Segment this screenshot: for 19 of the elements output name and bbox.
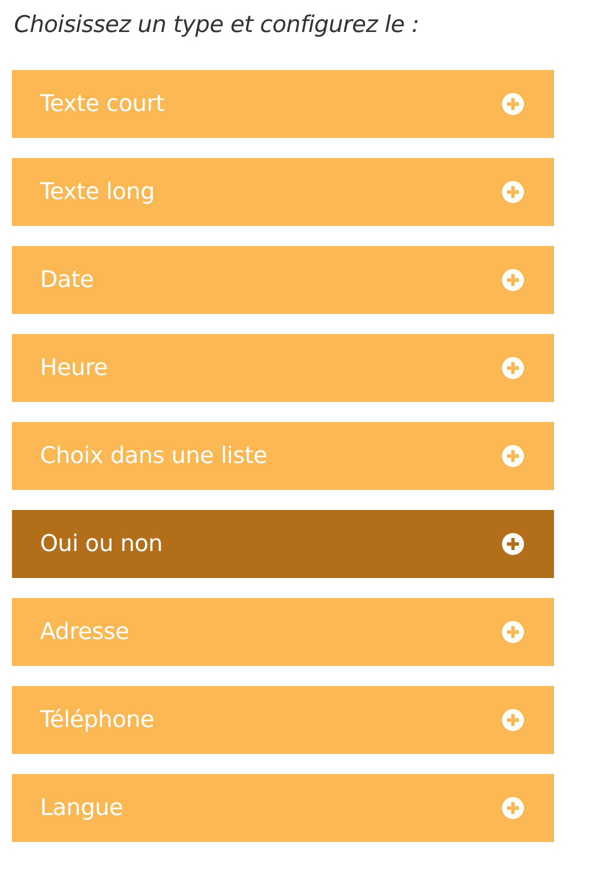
add-icon [502, 357, 524, 379]
field-type-button[interactable]: Langue [12, 774, 554, 842]
add-icon [502, 797, 524, 819]
field-type-button[interactable]: Adresse [12, 598, 554, 666]
add-icon [502, 269, 524, 291]
field-type-button[interactable]: Téléphone [12, 686, 554, 754]
add-icon [502, 533, 524, 555]
add-icon [502, 709, 524, 731]
field-type-button[interactable]: Oui ou non [12, 510, 554, 578]
add-icon [502, 621, 524, 643]
field-type-button[interactable]: Heure [12, 334, 554, 402]
field-type-button[interactable]: Choix dans une liste [12, 422, 554, 490]
field-type-button[interactable]: Date [12, 246, 554, 314]
add-icon [502, 445, 524, 467]
section-heading: Choisissez un type et configurez le : [14, 12, 420, 40]
field-type-button[interactable]: Texte long [12, 158, 554, 226]
add-icon [502, 93, 524, 115]
add-icon [502, 181, 524, 203]
field-type-button[interactable]: Texte court [12, 70, 554, 138]
